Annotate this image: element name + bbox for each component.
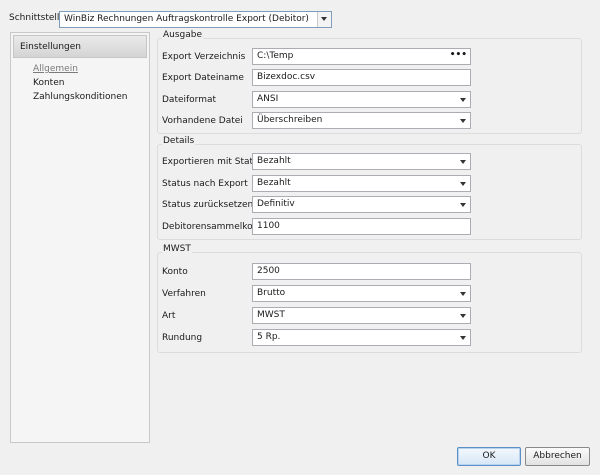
sidebar-item-konten[interactable]: Konten [33, 78, 64, 88]
rundung-select[interactable]: 5 Rp. [252, 329, 471, 346]
debitorensammelkonto-input[interactable]: 1100 [252, 218, 471, 235]
label-konto: Konto [162, 267, 188, 277]
chevron-down-icon [460, 292, 466, 296]
label-status-nach-export: Status nach Export [162, 179, 248, 189]
chevron-down-icon [460, 160, 466, 164]
schnittstelle-dropdown-button[interactable] [317, 12, 331, 27]
vorhandene-datei-select[interactable]: Überschreiben [252, 112, 471, 129]
chevron-down-icon [460, 98, 466, 102]
label-rundung: Rundung [162, 333, 203, 343]
schnittstelle-select[interactable]: WinBiz Rechnungen Auftragskontrolle Expo… [59, 11, 332, 28]
status-nach-export-value: Bezahlt [257, 178, 291, 188]
chevron-down-icon [460, 314, 466, 318]
konto-input[interactable]: 2500 [252, 263, 471, 280]
label-exportieren-mit-status: Exportieren mit Status [162, 157, 264, 167]
sidebar-item-allgemein[interactable]: Allgemein [33, 64, 78, 74]
group-title-ausgabe: Ausgabe [162, 30, 204, 40]
label-verfahren: Verfahren [162, 289, 206, 299]
schnittstelle-value: WinBiz Rechnungen Auftragskontrolle Expo… [64, 14, 309, 24]
ok-button[interactable]: OK [457, 447, 521, 466]
group-title-details: Details [162, 136, 196, 146]
label-export-verzeichnis: Export Verzeichnis [162, 52, 246, 62]
label-vorhandene-datei: Vorhandene Datei [162, 116, 243, 126]
art-value: MWST [257, 310, 285, 320]
export-verzeichnis-value: C:\Temp [257, 51, 294, 61]
status-zuruecksetzen-value: Definitiv [257, 199, 295, 209]
chevron-down-icon [460, 203, 466, 207]
export-verzeichnis-field[interactable]: C:\Temp ••• [252, 48, 471, 65]
chevron-down-icon [460, 182, 466, 186]
konto-value: 2500 [257, 266, 280, 276]
browse-icon[interactable]: ••• [450, 50, 467, 60]
schnittstelle-label: Schnittstelle [9, 13, 65, 23]
label-art: Art [162, 311, 176, 321]
status-nach-export-select[interactable]: Bezahlt [252, 175, 471, 192]
art-select[interactable]: MWST [252, 307, 471, 324]
exportieren-mit-status-select[interactable]: Bezahlt [252, 153, 471, 170]
sidebar-header-einstellungen[interactable]: Einstellungen [13, 35, 147, 58]
chevron-down-icon [321, 17, 327, 21]
dateiformat-select[interactable]: ANSI [252, 91, 471, 108]
vorhandene-datei-value: Überschreiben [257, 115, 323, 125]
group-title-mwst: MWST [162, 244, 192, 254]
sidebar-item-zahlungskonditionen[interactable]: Zahlungskonditionen [33, 92, 128, 102]
sidebar: Einstellungen Allgemein Konten Zahlungsk… [10, 32, 150, 443]
exportieren-mit-status-value: Bezahlt [257, 156, 291, 166]
cancel-button[interactable]: Abbrechen [525, 447, 590, 466]
export-dateiname-input[interactable]: Bizexdoc.csv [252, 69, 471, 86]
debitorensammelkonto-value: 1100 [257, 221, 280, 231]
chevron-down-icon [460, 336, 466, 340]
export-dateiname-value: Bizexdoc.csv [257, 72, 316, 82]
status-zuruecksetzen-select[interactable]: Definitiv [252, 196, 471, 213]
verfahren-value: Brutto [257, 288, 286, 298]
rundung-value: 5 Rp. [257, 332, 281, 342]
verfahren-select[interactable]: Brutto [252, 285, 471, 302]
chevron-down-icon [460, 119, 466, 123]
dateiformat-value: ANSI [257, 94, 279, 104]
label-dateiformat: Dateiformat [162, 95, 217, 105]
label-export-dateiname: Export Dateiname [162, 73, 244, 83]
label-status-zuruecksetzen: Status zurücksetzen [162, 200, 254, 210]
